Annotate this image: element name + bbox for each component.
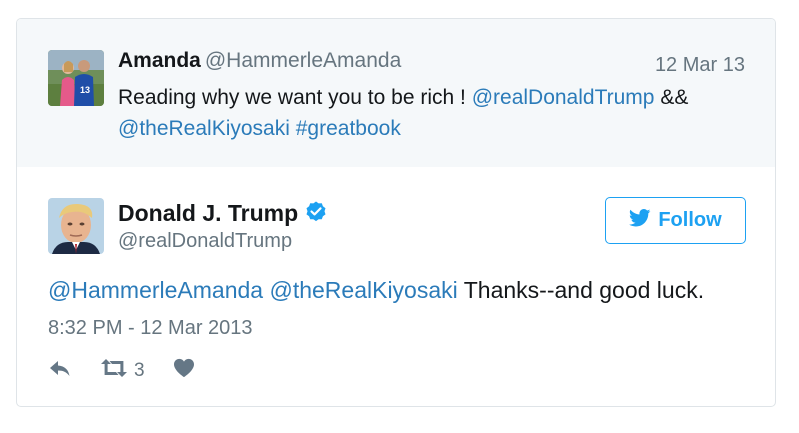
main-tweet-body: Thanks--and good luck. — [457, 277, 705, 303]
main-author-name[interactable]: Donald J. Trump — [118, 200, 328, 230]
mention-therealkiyosaki[interactable]: @theRealKiyosaki — [118, 117, 290, 140]
main-tweet-text: @HammerleAmanda @theRealKiyosaki Thanks-… — [48, 277, 704, 304]
tweet-actions: 3 — [48, 358, 195, 384]
parent-text-mid: && — [654, 86, 689, 109]
retweet-count: 3 — [134, 360, 145, 381]
mention-realdonaldtrump[interactable]: @realDonaldTrump — [472, 86, 655, 109]
parent-text-start: Reading why we want you to be rich ! — [118, 86, 472, 109]
retweet-button[interactable]: 3 — [100, 358, 145, 384]
parent-tweet-text: Reading why we want you to be rich ! @re… — [118, 82, 718, 144]
main-author-handle[interactable]: @realDonaldTrump — [118, 230, 292, 253]
trump-avatar[interactable] — [48, 198, 104, 254]
retweet-icon — [100, 358, 128, 384]
main-author-name-text[interactable]: Donald J. Trump — [118, 200, 298, 226]
mention-hammerleamanda[interactable]: @HammerleAmanda — [48, 277, 263, 303]
tweet-timestamp[interactable]: 8:32 PM - 12 Mar 2013 — [48, 317, 253, 340]
hashtag-greatbook[interactable]: #greatbook — [290, 117, 401, 140]
follow-button-label: Follow — [658, 209, 722, 231]
verified-badge-icon — [304, 200, 328, 230]
twitter-bird-icon — [629, 208, 651, 233]
embedded-tweet-card: 13 Amanda @HammerleAmanda 12 Mar 13 Readi… — [16, 18, 776, 407]
parent-author-name[interactable]: Amanda — [118, 49, 201, 72]
follow-button[interactable]: Follow — [605, 197, 746, 244]
like-button[interactable] — [173, 358, 195, 384]
parent-author[interactable]: Amanda @HammerleAmanda — [118, 49, 401, 73]
parent-tweet[interactable]: 13 Amanda @HammerleAmanda 12 Mar 13 Readi… — [17, 19, 775, 167]
reply-button[interactable] — [48, 358, 72, 384]
heart-icon — [173, 358, 195, 384]
parent-author-handle[interactable]: @HammerleAmanda — [205, 49, 401, 72]
svg-text:13: 13 — [80, 85, 90, 95]
mention-therealkiyosaki-main[interactable]: @theRealKiyosaki — [263, 277, 457, 303]
parent-tweet-date[interactable]: 12 Mar 13 — [655, 54, 745, 77]
reply-icon — [48, 358, 72, 384]
amanda-avatar[interactable]: 13 — [48, 50, 104, 106]
